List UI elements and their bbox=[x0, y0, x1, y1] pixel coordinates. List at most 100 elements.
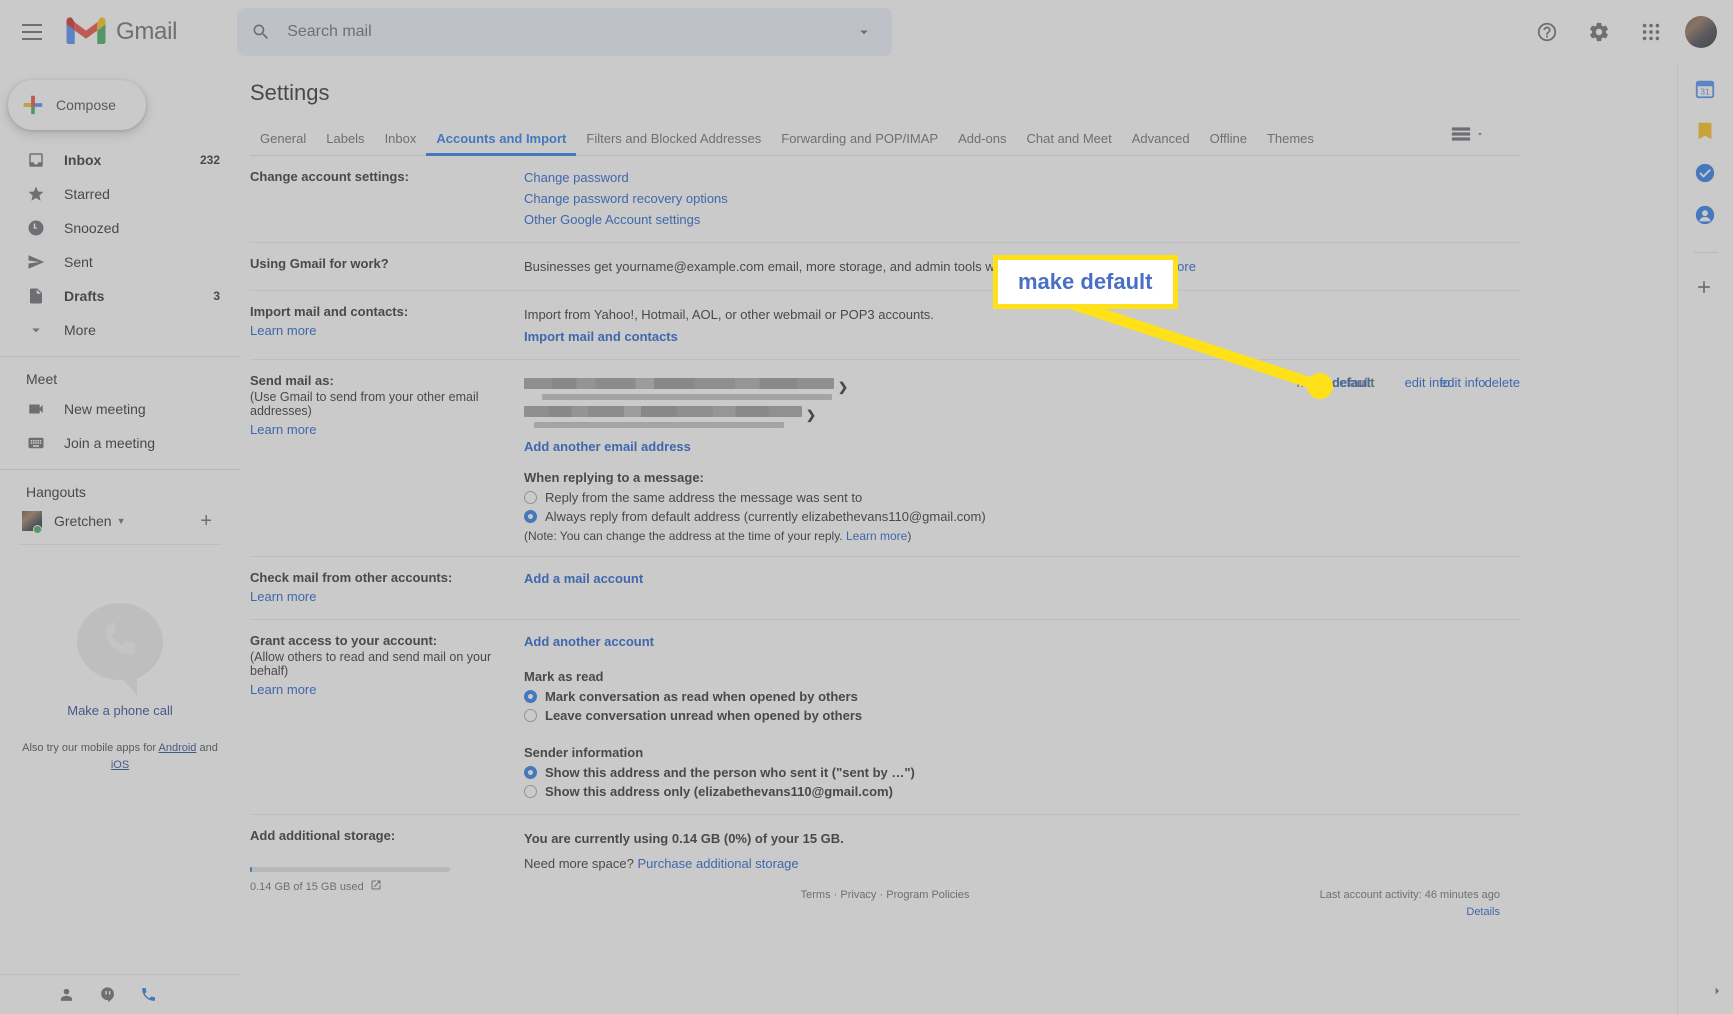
check-mail-learn-more-link[interactable]: Learn more bbox=[250, 589, 316, 604]
tab-general[interactable]: General bbox=[250, 131, 316, 155]
activity-details-link[interactable]: Details bbox=[1320, 906, 1500, 918]
radio-show-address-only[interactable]: Show this address only (elizabethevans11… bbox=[524, 782, 1520, 801]
plus-icon[interactable]: + bbox=[200, 511, 212, 531]
sidebar-item-starred[interactable]: Starred bbox=[0, 178, 240, 210]
expand-address-icon-1[interactable]: ❯ bbox=[838, 380, 848, 394]
ios-link[interactable]: iOS bbox=[111, 759, 129, 771]
grant-access-learn-more-link[interactable]: Learn more bbox=[250, 682, 316, 697]
radio-button-selected[interactable] bbox=[524, 766, 537, 780]
grant-access-sub: (Allow others to read and send mail on y… bbox=[250, 650, 492, 679]
sidebar-item-new-meeting[interactable]: New meeting bbox=[0, 393, 240, 425]
keyboard-icon bbox=[26, 433, 46, 453]
change-password-link[interactable]: Change password bbox=[524, 170, 629, 185]
sidebar-item-sent[interactable]: Sent bbox=[0, 246, 240, 278]
reply-note-learn-more-link[interactable]: Learn more bbox=[846, 529, 907, 543]
tab-advanced[interactable]: Advanced bbox=[1122, 131, 1200, 155]
compose-button[interactable]: Compose bbox=[8, 80, 146, 130]
android-link[interactable]: Android bbox=[159, 742, 197, 754]
google-calendar-icon[interactable]: 31 bbox=[1694, 78, 1718, 102]
hamburger-icon[interactable] bbox=[8, 8, 56, 56]
annotation-callout: make default bbox=[993, 255, 1178, 309]
edit-info-link-2[interactable]: edit info bbox=[1405, 375, 1485, 390]
tab-themes[interactable]: Themes bbox=[1257, 131, 1324, 155]
tab-add-ons[interactable]: Add-ons bbox=[948, 131, 1016, 155]
inbox-count: 232 bbox=[199, 153, 220, 167]
radio-leave-conversation-unread[interactable]: Leave conversation unread when opened by… bbox=[524, 706, 1520, 725]
google-contacts-icon[interactable] bbox=[1694, 204, 1718, 228]
import-mail-and-contacts-link[interactable]: Import mail and contacts bbox=[524, 329, 678, 344]
expand-panel-icon[interactable] bbox=[1709, 983, 1725, 1004]
other-google-account-settings-link[interactable]: Other Google Account settings bbox=[524, 212, 700, 227]
radio-reply-default-address[interactable]: Always reply from default address (curre… bbox=[524, 507, 1520, 526]
radio-button-selected[interactable] bbox=[524, 690, 537, 704]
radio-reply-same-address[interactable]: Reply from the same address the message … bbox=[524, 488, 1520, 507]
delete-link-2[interactable]: delete bbox=[1485, 375, 1520, 390]
make-default-link[interactable]: make default bbox=[1297, 375, 1405, 390]
radio-mark-conversation-read[interactable]: Mark conversation as read when opened by… bbox=[524, 687, 1520, 706]
filter-options-icon[interactable] bbox=[844, 12, 884, 52]
hangouts-divider bbox=[18, 544, 222, 545]
program-policies-link[interactable]: Program Policies bbox=[886, 889, 969, 901]
import-learn-more-link[interactable]: Learn more bbox=[250, 323, 316, 338]
sender-information-group: Sender information Show this address and… bbox=[524, 745, 1520, 801]
add-addon-icon[interactable] bbox=[1694, 277, 1718, 301]
tab-filters-and-blocked-addresses[interactable]: Filters and Blocked Addresses bbox=[576, 131, 771, 155]
send-mail-as-learn-more-link[interactable]: Learn more bbox=[250, 422, 316, 437]
sidebar-item-inbox[interactable]: Inbox 232 bbox=[0, 144, 240, 176]
tab-offline[interactable]: Offline bbox=[1200, 131, 1257, 155]
radio-button[interactable] bbox=[524, 785, 537, 799]
sidebar-item-more[interactable]: More bbox=[0, 314, 240, 346]
privacy-link[interactable]: Privacy bbox=[840, 889, 876, 901]
grant-access-row: Grant access to your account: (Allow oth… bbox=[250, 620, 1520, 816]
radio-button-selected[interactable] bbox=[524, 510, 537, 524]
mark-as-read-group: Mark as read Mark conversation as read w… bbox=[524, 669, 1520, 725]
radio-show-address-and-person[interactable]: Show this address and the person who sen… bbox=[524, 763, 1520, 782]
display-density-icon[interactable] bbox=[1451, 126, 1485, 142]
avatar[interactable] bbox=[1685, 16, 1717, 48]
sidebar-item-drafts[interactable]: Drafts 3 bbox=[0, 280, 240, 312]
phone-icon[interactable] bbox=[140, 986, 157, 1003]
rail-divider bbox=[1693, 252, 1718, 253]
sidebar-item-join-meeting[interactable]: Join a meeting bbox=[0, 427, 240, 459]
contacts-icon[interactable] bbox=[58, 986, 75, 1003]
last-account-activity-text: Last account activity: 46 minutes ago bbox=[1319, 889, 1500, 901]
section-label: Send mail as: bbox=[250, 373, 334, 389]
option-label: Always reply from default address (curre… bbox=[545, 509, 986, 525]
add-a-mail-account-link[interactable]: Add a mail account bbox=[524, 571, 643, 586]
sidebar-item-snoozed[interactable]: Snoozed bbox=[0, 212, 240, 244]
tab-accounts-and-import[interactable]: Accounts and Import bbox=[426, 131, 577, 156]
svg-text:31: 31 bbox=[1700, 88, 1710, 97]
google-tasks-icon[interactable] bbox=[1694, 162, 1718, 186]
make-phone-call-link[interactable]: Make a phone call bbox=[0, 703, 240, 718]
drafts-count: 3 bbox=[213, 289, 220, 303]
online-status-dot bbox=[33, 525, 42, 534]
google-keep-icon[interactable] bbox=[1694, 120, 1718, 144]
tab-forwarding-and-pop-imap[interactable]: Forwarding and POP/IMAP bbox=[771, 131, 948, 155]
radio-button[interactable] bbox=[524, 709, 537, 723]
tab-labels[interactable]: Labels bbox=[316, 131, 374, 155]
option-label: Show this address only (elizabethevans11… bbox=[545, 784, 893, 800]
search-bar[interactable] bbox=[237, 8, 893, 56]
hangouts-contact-row[interactable]: Gretchen ▼ + bbox=[0, 506, 240, 536]
search-input[interactable] bbox=[281, 23, 845, 41]
tab-inbox[interactable]: Inbox bbox=[375, 131, 427, 155]
import-label-col: Import mail and contacts: Learn more bbox=[250, 304, 524, 346]
hangouts-chat-icon[interactable] bbox=[99, 986, 116, 1003]
search-icon[interactable] bbox=[241, 12, 281, 52]
clock-icon bbox=[26, 218, 46, 238]
change-password-recovery-link[interactable]: Change password recovery options bbox=[524, 191, 728, 206]
gmail-logo[interactable]: Gmail bbox=[66, 17, 177, 47]
add-another-email-address-link[interactable]: Add another email address bbox=[524, 439, 691, 454]
chevron-down-icon[interactable]: ▼ bbox=[117, 516, 126, 526]
add-another-account-link[interactable]: Add another account bbox=[524, 634, 654, 649]
mark-as-read-heading: Mark as read bbox=[524, 669, 604, 685]
radio-button[interactable] bbox=[524, 491, 537, 505]
gear-icon[interactable] bbox=[1575, 8, 1623, 56]
apps-grid-icon[interactable] bbox=[1627, 8, 1675, 56]
expand-address-icon-2[interactable]: ❯ bbox=[806, 408, 816, 422]
terms-link[interactable]: Terms bbox=[801, 889, 831, 901]
help-icon[interactable] bbox=[1523, 8, 1571, 56]
tab-chat-and-meet[interactable]: Chat and Meet bbox=[1016, 131, 1121, 155]
footer-separator-1: · bbox=[833, 889, 838, 901]
video-camera-icon bbox=[26, 399, 46, 419]
